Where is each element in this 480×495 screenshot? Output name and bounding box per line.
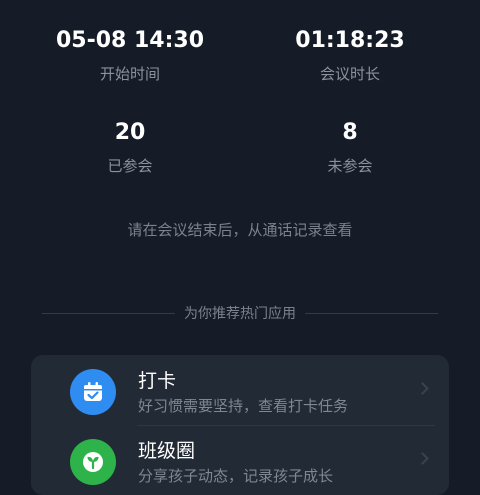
start-time-label: 开始时间	[99, 65, 160, 83]
start-time-value: 05-08 14:30	[55, 28, 205, 53]
calendar-check-icon	[70, 369, 116, 415]
stat-joined: 20 已参会	[30, 119, 230, 176]
joined-label: 已参会	[107, 157, 153, 175]
app-name-class-circle: 班级圈	[138, 440, 196, 462]
chevron-right-icon	[416, 452, 429, 465]
recommend-divider: 为你推荐热门应用	[42, 302, 438, 324]
recommended-apps-card: 打卡 好习惯需要坚持，查看打卡任务 班级圈 分享孩子动态，记录孩子成长	[31, 355, 449, 495]
stat-start-time: 05-08 14:30 开始时间	[30, 27, 230, 84]
absent-label: 未参会	[327, 157, 373, 175]
divider-line-left	[42, 312, 175, 314]
recommend-title: 为你推荐热门应用	[184, 306, 296, 322]
app-name-checkin: 打卡	[138, 370, 177, 392]
divider-line-right	[305, 312, 438, 314]
duration-value: 01:18:23	[295, 28, 405, 53]
duration-label: 会议时长	[319, 65, 380, 83]
stat-absent: 8 未参会	[250, 119, 450, 176]
app-item-class-circle[interactable]: 班级圈 分享孩子动态，记录孩子成长	[31, 425, 449, 495]
joined-count: 20	[114, 120, 146, 145]
app-item-checkin[interactable]: 打卡 好习惯需要坚持，查看打卡任务	[31, 355, 449, 425]
absent-count: 8	[342, 120, 358, 145]
call-record-hint: 请在会议结束后，从通话记录查看	[127, 221, 353, 239]
stat-duration: 01:18:23 会议时长	[250, 27, 450, 84]
sprout-icon	[70, 439, 116, 485]
app-desc-class-circle: 分享孩子动态，记录孩子成长	[138, 467, 334, 485]
chevron-right-icon	[416, 382, 429, 395]
app-desc-checkin: 好习惯需要坚持，查看打卡任务	[138, 397, 349, 415]
